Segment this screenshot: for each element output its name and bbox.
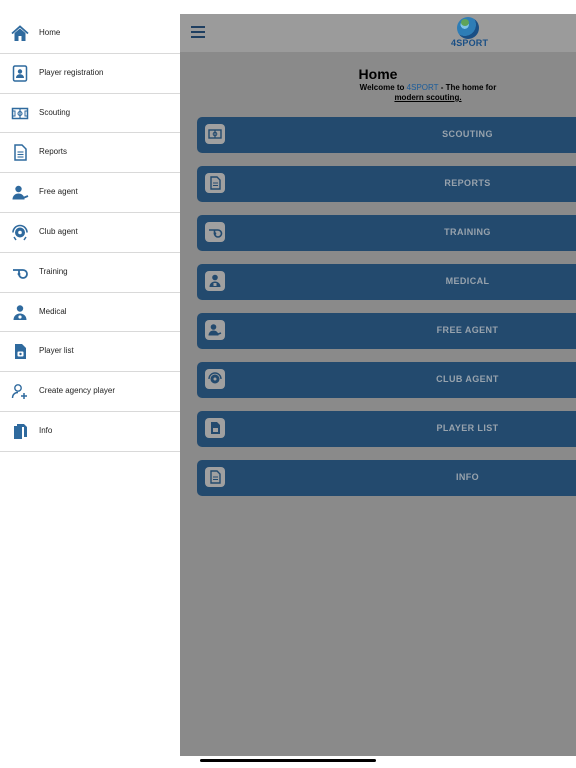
sidebar-item-label: Club agent — [39, 226, 78, 236]
sidebar-item-label: Reports — [39, 147, 68, 157]
section-buttons: SCOUTING REPORTS TRAINING MEDICAL FREE A… — [197, 117, 576, 509]
id-card-icon — [11, 65, 29, 82]
club-agent-label: CLUB AGENT — [436, 374, 499, 384]
sidebar-item-label: Create agency player — [39, 386, 116, 396]
page-heading: Home Welcome to 4SPORT - The home for mo… — [180, 66, 576, 103]
page-title: Home — [358, 66, 398, 82]
logo-text: 4SPORT — [451, 38, 489, 48]
training-button[interactable]: TRAINING — [197, 215, 576, 251]
modern-scouting-link[interactable]: modern scouting. — [394, 93, 461, 102]
welcome-prefix: Welcome to — [359, 83, 407, 92]
reports-button[interactable]: REPORTS — [197, 166, 576, 202]
user-plus-icon — [11, 383, 29, 400]
medical-button[interactable]: MEDICAL — [197, 264, 576, 300]
document-icon — [11, 144, 29, 162]
info-document-icon — [11, 423, 29, 440]
info-button[interactable]: INFO — [197, 460, 576, 496]
hamburger-menu-icon[interactable] — [191, 26, 205, 38]
field-icon — [11, 105, 29, 122]
scouting-button[interactable]: SCOUTING — [197, 117, 576, 153]
free-agent-label: FREE AGENT — [436, 325, 499, 335]
sidebar-item-label: Free agent — [39, 187, 78, 197]
sidebar-item-player-registration[interactable]: Player registration — [0, 54, 180, 94]
sidebar-item-create-agency-player[interactable]: Create agency player — [0, 372, 180, 412]
sidebar-item-label: Player registration — [39, 67, 104, 77]
reports-label: REPORTS — [444, 178, 491, 188]
sidebar-item-info[interactable]: Info — [0, 412, 180, 452]
sidebar-item-label: Home — [39, 28, 61, 37]
training-label: TRAINING — [444, 227, 491, 237]
welcome-suffix: - The home for — [438, 83, 497, 92]
welcome-text: Welcome to 4SPORT - The home for modern … — [238, 83, 518, 103]
player-list-button[interactable]: PLAYER LIST — [197, 411, 576, 447]
sidebar-item-label: Info — [39, 425, 53, 435]
sidebar-item-home[interactable]: Home — [0, 14, 180, 54]
sidebar-item-label: Scouting — [39, 107, 71, 117]
scouting-label: SCOUTING — [442, 129, 493, 139]
sidebar-item-free-agent[interactable]: Free agent — [0, 173, 180, 213]
club-agent-button[interactable]: CLUB AGENT — [197, 362, 576, 398]
list-document-icon — [11, 343, 29, 360]
app-logo: 4SPORT — [451, 17, 489, 48]
top-bar: 4SPORT — [180, 14, 576, 52]
sidebar-item-label: Medical — [39, 306, 67, 316]
sidebar-item-label: Training — [39, 266, 68, 276]
sidebar-item-reports[interactable]: Reports — [0, 133, 180, 174]
sidebar-item-medical[interactable]: Medical — [0, 293, 180, 333]
user-signature-icon — [11, 184, 29, 201]
sidebar-item-scouting[interactable]: Scouting — [0, 94, 180, 134]
whistle-icon — [11, 264, 29, 281]
football-player-icon — [11, 224, 29, 241]
medical-label: MEDICAL — [445, 276, 490, 286]
sidebar-item-player-list[interactable]: Player list — [0, 332, 180, 373]
home-icon — [11, 25, 29, 42]
sidebar-drawer: Home Player registration Scouting Report… — [0, 14, 180, 452]
home-indicator[interactable] — [200, 759, 376, 762]
free-agent-button[interactable]: FREE AGENT — [197, 313, 576, 349]
welcome-brand: 4SPORT — [406, 83, 439, 92]
sidebar-item-club-agent[interactable]: Club agent — [0, 213, 180, 253]
doctor-icon — [11, 304, 29, 321]
player-list-label: PLAYER LIST — [436, 423, 499, 433]
info-label: INFO — [455, 472, 480, 482]
globe-logo-icon — [457, 17, 479, 39]
sidebar-item-label: Player list — [39, 346, 74, 356]
sidebar-item-training[interactable]: Training — [0, 253, 180, 293]
